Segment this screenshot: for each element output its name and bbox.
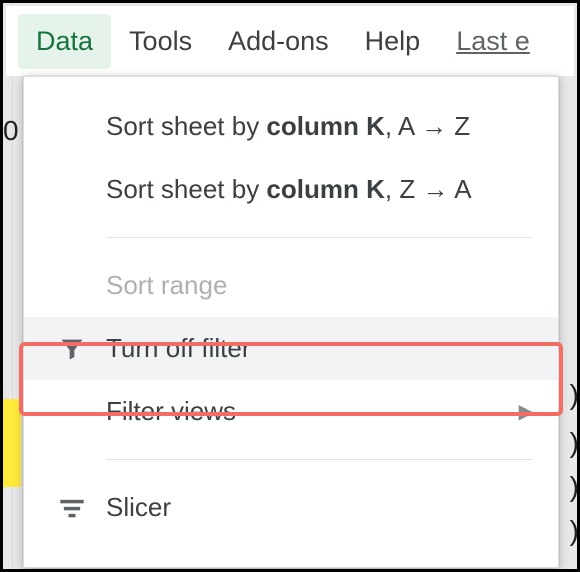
bg-cell-value: 0 — [3, 115, 19, 147]
app-frame: 0 ) ) ) ) Data Tools Add-ons Help Last e… — [0, 0, 580, 572]
menuitem-label: Sort range — [106, 270, 227, 301]
menuitem-sort-desc[interactable]: Sort sheet by column K, Z → A — [24, 158, 558, 221]
menu-bar: Data Tools Add-ons Help Last e — [6, 6, 574, 76]
menuitem-sort-range: Sort range — [24, 254, 558, 317]
menuitem-label: Filter views — [106, 396, 236, 427]
menuitem-label: Turn off filter — [106, 333, 251, 364]
bg-cell-value: ) — [570, 515, 579, 547]
bg-cell-value: ) — [570, 379, 579, 411]
submenu-arrow-icon: ▶ — [519, 399, 534, 424]
slicer-icon — [54, 490, 90, 526]
menuitem-slicer[interactable]: Slicer — [24, 476, 558, 539]
menuitem-sort-asc[interactable]: Sort sheet by column K, A → Z — [24, 95, 558, 158]
menuitem-label: Slicer — [106, 492, 171, 523]
bg-cell-highlight — [3, 443, 21, 487]
menu-tools[interactable]: Tools — [111, 14, 210, 69]
menuitem-turn-off-filter[interactable]: Turn off filter — [24, 317, 558, 380]
menuitem-label: Sort sheet by column K, Z → A — [106, 174, 472, 205]
menu-separator — [106, 459, 532, 460]
menu-help[interactable]: Help — [347, 14, 439, 69]
bg-cell-highlight — [3, 399, 21, 443]
menu-separator — [106, 237, 532, 238]
menuitem-filter-views[interactable]: Filter views ▶ — [24, 380, 558, 443]
data-menu-dropdown: Sort sheet by column K, A → Z Sort sheet… — [23, 76, 559, 568]
filter-icon — [54, 331, 90, 367]
bg-cell-value: ) — [570, 471, 579, 503]
bg-cell-value: ) — [570, 427, 579, 459]
menu-data[interactable]: Data — [18, 14, 111, 69]
last-edit-link[interactable]: Last e — [456, 26, 530, 57]
menuitem-label: Sort sheet by column K, A → Z — [106, 111, 470, 142]
menu-addons[interactable]: Add-ons — [210, 14, 347, 69]
